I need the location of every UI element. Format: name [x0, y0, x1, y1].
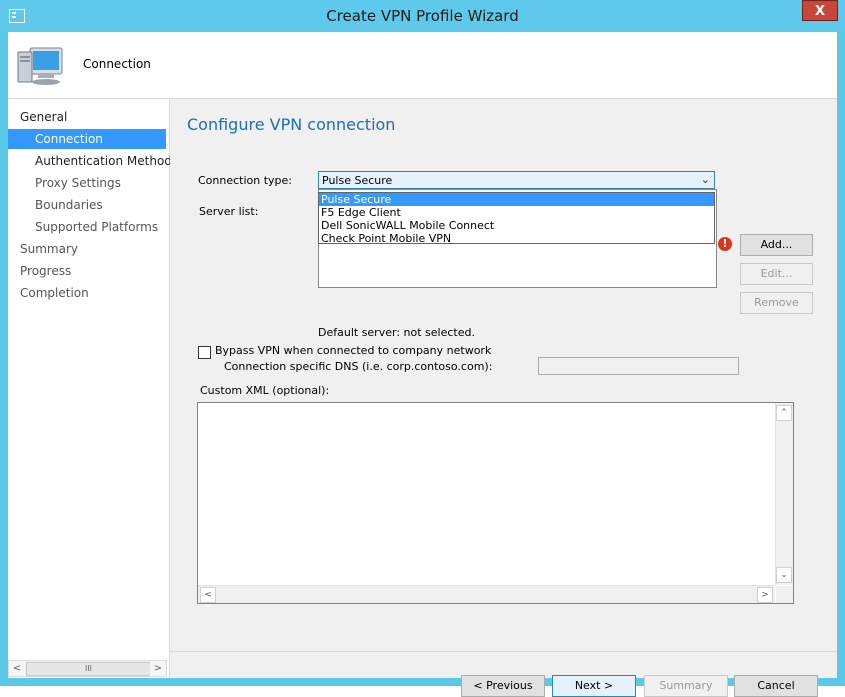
connection-type-combobox[interactable]: Pulse Secure ⌄ — [318, 171, 715, 189]
nav-horizontal-scrollbar[interactable]: < III > — [8, 660, 167, 677]
scroll-left-icon[interactable]: < — [9, 661, 25, 676]
title-bar[interactable]: Create VPN Profile Wizard X — [0, 0, 845, 32]
custom-xml-textarea[interactable]: ⌃ ⌄ < > — [197, 402, 794, 604]
nav-item-connection[interactable]: Connection — [8, 129, 166, 149]
edit-server-button[interactable]: Edit... — [740, 263, 813, 285]
dns-label: Connection specific DNS (i.e. corp.conto… — [224, 360, 493, 373]
scroll-left-icon[interactable]: < — [200, 587, 216, 603]
dns-field[interactable] — [538, 357, 739, 375]
nav-item-progress[interactable]: Progress — [8, 261, 166, 281]
dropdown-option-dell-sonicwall[interactable]: Dell SonicWALL Mobile Connect — [319, 219, 714, 232]
nav-item-general[interactable]: General — [8, 107, 166, 127]
wizard-header: Connection — [8, 32, 837, 99]
wizard-nav: General Connection Authentication Method… — [8, 99, 172, 678]
connection-type-label: Connection type: — [198, 174, 293, 187]
connection-type-dropdown[interactable]: Pulse Secure F5 Edge Client Dell SonicWA… — [318, 192, 715, 245]
error-icon: ! — [718, 237, 732, 251]
nav-item-boundaries[interactable]: Boundaries — [8, 195, 166, 215]
page-title: Configure VPN connection — [187, 115, 396, 134]
dropdown-option-f5-edge-client[interactable]: F5 Edge Client — [319, 206, 714, 219]
xml-vertical-scrollbar[interactable]: ⌃ ⌄ — [775, 403, 793, 585]
nav-item-authentication-method[interactable]: Authentication Method — [8, 151, 172, 171]
custom-xml-label: Custom XML (optional): — [200, 384, 330, 397]
nav-item-proxy-settings[interactable]: Proxy Settings — [8, 173, 166, 193]
scrollbar-corner — [776, 586, 793, 603]
window-title: Create VPN Profile Wizard — [326, 7, 519, 25]
summary-button[interactable]: Summary — [644, 675, 728, 697]
remove-server-button[interactable]: Remove — [740, 292, 813, 314]
scroll-down-icon[interactable]: ⌄ — [776, 567, 792, 583]
server-list-label: Server list: — [199, 205, 259, 218]
wizard-content: Configure VPN connection Connection type… — [170, 99, 837, 697]
nav-item-supported-platforms[interactable]: Supported Platforms — [8, 217, 166, 237]
bypass-vpn-label[interactable]: Bypass VPN when connected to company net… — [215, 344, 491, 357]
chevron-down-icon[interactable]: ⌄ — [701, 173, 710, 186]
add-server-button[interactable]: Add... — [740, 234, 813, 256]
nav-item-summary[interactable]: Summary — [8, 239, 166, 259]
scroll-thumb[interactable]: III — [26, 662, 151, 676]
next-button[interactable]: Next > — [552, 675, 636, 697]
wizard-window: Create VPN Profile Wizard X Connection G… — [0, 0, 845, 697]
dropdown-option-pulse-secure[interactable]: Pulse Secure — [319, 193, 714, 206]
previous-button[interactable]: < Previous — [461, 675, 545, 697]
footer-divider — [170, 651, 837, 652]
connection-type-value: Pulse Secure — [322, 174, 393, 187]
computer-monitor-icon — [17, 47, 63, 85]
close-button[interactable]: X — [802, 0, 838, 21]
dropdown-option-check-point[interactable]: Check Point Mobile VPN — [319, 232, 714, 245]
default-server-text: Default server: not selected. — [318, 326, 475, 339]
cancel-button[interactable]: Cancel — [734, 675, 818, 697]
nav-item-completion[interactable]: Completion — [8, 283, 166, 303]
xml-horizontal-scrollbar[interactable]: < > — [198, 585, 775, 603]
scroll-right-icon[interactable]: > — [150, 661, 166, 676]
header-title: Connection — [83, 57, 151, 71]
scroll-up-icon[interactable]: ⌃ — [776, 405, 792, 421]
bypass-vpn-checkbox[interactable] — [198, 346, 211, 359]
scroll-right-icon[interactable]: > — [757, 587, 773, 603]
wizard-client-area: Connection General Connection Authentica… — [8, 32, 837, 697]
